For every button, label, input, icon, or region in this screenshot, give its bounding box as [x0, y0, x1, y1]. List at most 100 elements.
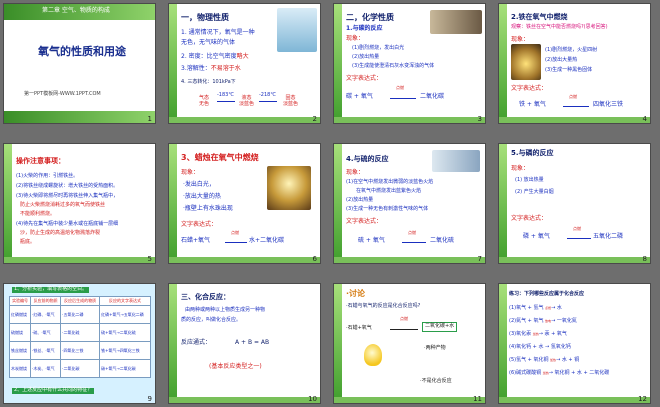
footer-text: 第一PPT模板网-WWW.1PPT.COM: [24, 91, 101, 97]
heading: 5.与磷的反应: [511, 149, 554, 157]
table-row: 铁丝燃烧 ·铁丝、·氧气 ·四氧化三铁 铁+氧气→四氧化三铁: [8, 341, 151, 360]
slide-number: 8: [642, 255, 647, 263]
equation-reactants: 硫 + 氧气: [358, 237, 385, 244]
products: 一氧化氮: [556, 318, 577, 324]
table-row: 木炭燃烧 ·木炭、·氧气 ·二氧化碳 碳+氧气→二氧化碳: [8, 359, 151, 378]
table-cell: 碳+氧气→二氧化碳: [99, 359, 151, 378]
slide-8[interactable]: 5.与磷的反应 现象： (1) 放出热量 (2) 产生大量白烟 文字表达式： 磷…: [498, 143, 651, 264]
slide-11[interactable]: ·讨论 ·石蜡与氧气的反应是化合反应吗? ·石蜡+氧气 点燃 二氧化碳+水 ·两…: [333, 283, 486, 404]
slide-12[interactable]: 练习：下列哪些反应属于化合反应 (1)氧气 + 氢气 点燃→ 水 (2)氮气 +…: [498, 283, 651, 404]
equation-product: 水+二氧化碳: [249, 237, 285, 244]
heading: 三、化合反应：: [181, 293, 230, 301]
note: (1)火柴的作用：引燃铁丝。: [16, 173, 79, 179]
slide-5[interactable]: 操作注意事项： (1)火柴的作用：引燃铁丝。 (2)将铁丝绕成螺旋状：增大铁丝的…: [3, 143, 156, 264]
side-stripe: [334, 144, 342, 263]
transition-temp: -183℃: [217, 92, 234, 98]
slide-1[interactable]: 第二章 空气、物质的构成 氧气的性质和用途 第一PPT模板网-WWW.1PPT.…: [3, 3, 156, 124]
bottom-stripe: [499, 257, 650, 263]
bottom-banner: [4, 111, 155, 123]
slide-6[interactable]: 3、蜡烛在氧气中燃烧 现象： ·发出白光， ·放出大量的热 ·瓶壁上有水珠出现 …: [168, 143, 321, 264]
slide-2[interactable]: 一，物理性质 1. 通常情况下，氧气是一种 无色，无气味的气体 2. 密度：比空…: [168, 3, 321, 124]
condition: 放电: [545, 319, 552, 323]
arrow-line: [390, 98, 416, 99]
general-formula: A + B = AB: [235, 339, 270, 346]
bottom-stripe: [334, 257, 485, 263]
text-line: 4. 三态转化：101kPa下: [181, 79, 236, 85]
table-cell: 铁+氧气→四氧化三铁: [99, 341, 151, 360]
table-cell: 红磷燃烧: [8, 305, 32, 324]
observation: ·发出白光，: [183, 181, 215, 188]
condition: 点燃: [545, 306, 552, 310]
note: 防止火柴燃烧消耗过多的氧气而使铁丝: [20, 202, 106, 208]
gas-bottle-photo: [277, 8, 317, 52]
text-line: 1. 通常情况下，氧气是一种: [181, 29, 255, 36]
side-stripe: [4, 144, 12, 263]
definition: 质的反应，叫做化合反应。: [181, 317, 242, 323]
side-stripe: [499, 144, 507, 263]
side-stripe: [169, 284, 177, 403]
note: (4)待先在集气瓶中装少量水或在瓶底铺一层细: [16, 221, 119, 227]
state-color: 淡蓝色: [239, 100, 255, 107]
condition: 加热: [532, 332, 539, 336]
condition: 点燃: [569, 94, 577, 99]
slide-10[interactable]: 三、化合反应： 由两种或两种以上物质生成另一种物 质的反应，叫做化合反应。 反应…: [168, 283, 321, 404]
observation: (1)剧烈燃烧，发出白光: [352, 45, 405, 51]
label: 文字表达式：: [346, 75, 383, 82]
equation-product: 五氧化二磷: [593, 233, 624, 240]
side-stripe: [169, 144, 177, 263]
observation: (1)在空气中燃烧发出微弱的淡蓝色火焰: [346, 179, 434, 185]
question: 2、上述反应中有什么共同的特征？: [12, 387, 95, 394]
slide-number: 6: [312, 255, 317, 263]
table-header: 实验编号: [8, 296, 32, 306]
observation: (3)生成一种无色有刺激性气味的气体: [346, 206, 429, 212]
condition: 点燃: [231, 230, 239, 235]
slide-number: 1: [147, 115, 152, 123]
label: 文字表达式：: [181, 221, 218, 228]
slide-9[interactable]: 1、分析实验，填写表格的空白。 实验编号 反应前的物质 反应后生成的物质 反应的文字表…: [3, 283, 156, 404]
slide-title: 氧气的性质和用途: [38, 45, 126, 58]
slide-4[interactable]: 2.铁在氧气中燃烧 观察：铁丝在空气中能否燃烧吗?(思考回答) 现象： (1)剧…: [498, 3, 651, 124]
slide-3[interactable]: 二，化学性质 1.与碳的反应 现象： (1)剧烈燃烧，发出白光 (2)放出热量 …: [333, 3, 486, 124]
sulfur-experiment-photo: [432, 150, 480, 172]
arrow-line: [563, 106, 589, 107]
heading: ·讨论: [346, 289, 366, 298]
products: 二氧化碳+水: [422, 322, 458, 332]
prompt: 观察：铁丝在空气中能否燃烧吗?(思考回答): [511, 24, 608, 30]
state-color: 淡蓝色: [283, 100, 299, 107]
chapter-label: 第二章 空气、物质的构成: [42, 7, 110, 14]
bottom-stripe: [169, 117, 320, 123]
equation-product: 四氧化三铁: [593, 101, 624, 108]
slide-7[interactable]: 4.与硫的反应 现象： (1)在空气中燃烧发出微弱的淡蓝色火焰 在氧气中燃烧发出…: [333, 143, 486, 264]
side-stripe: [499, 4, 507, 123]
equation-reactants: 磷 + 氧气: [523, 233, 550, 240]
bottom-stripe: [334, 397, 485, 403]
equation-reactants: 铁 + 氧气: [519, 101, 546, 108]
table-header: 反应前的物质: [30, 296, 62, 306]
annotation: ·两种产物: [424, 345, 446, 351]
bottom-stripe: [499, 397, 650, 403]
products: 氧化铜 + 水 + 二氧化碳: [554, 370, 610, 376]
reactants: ·石蜡+氧气: [346, 325, 372, 331]
label: 文字表达式：: [511, 215, 548, 222]
slide-number: 2: [312, 115, 317, 123]
slide-number: 4: [642, 115, 647, 123]
note: 沙，防止生成的高温熔化物溅落炸裂: [20, 230, 101, 236]
burning-iron-photo: [511, 44, 541, 80]
table-cell: ·四氧化三铁: [60, 341, 101, 360]
note: (3)待火柴即将燃尽时再将铁丝伸入集气瓶中，: [16, 193, 119, 199]
heading: 二，化学性质: [346, 13, 394, 22]
lightbulb-icon: [364, 344, 382, 366]
equation-reactants: 碳 + 氧气: [346, 93, 373, 100]
reactants: (2)氮气 + 氧气: [509, 318, 544, 324]
arrow-line: [225, 242, 247, 243]
slide-number: 5: [147, 255, 152, 263]
condition: 点燃: [573, 226, 581, 231]
table-cell: ·二氧化硫: [60, 323, 101, 342]
side-stripe: [334, 4, 342, 123]
arrow-line: [567, 238, 591, 239]
question: ·石蜡与氧气的反应是化合反应吗?: [346, 303, 421, 309]
table-cell: 铁丝燃烧: [8, 341, 32, 360]
observation: (2)放出大量热: [545, 57, 578, 63]
arrow-line: [259, 101, 277, 102]
bottom-stripe: [334, 117, 485, 123]
